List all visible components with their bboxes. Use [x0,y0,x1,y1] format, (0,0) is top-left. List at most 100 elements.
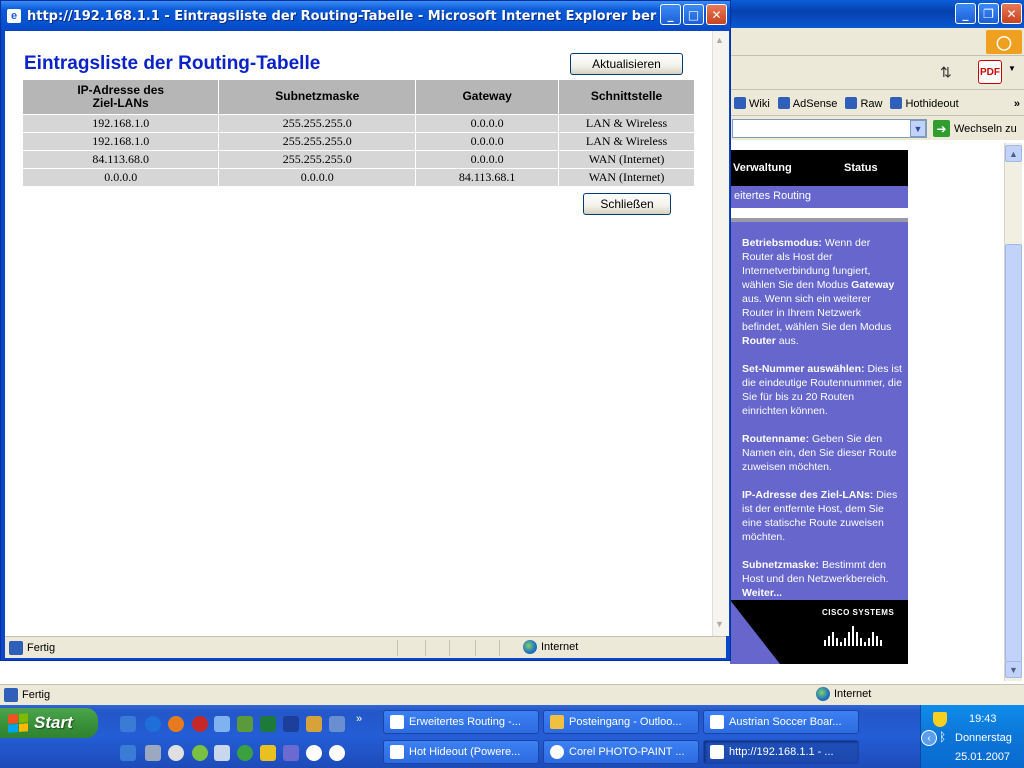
globe-icon [523,640,537,654]
cell-subnet: 255.255.255.0 [218,150,417,169]
background-menubar: ◯ [730,28,1024,56]
task-routing-popup[interactable]: http://192.168.1.1 - ... [703,740,859,764]
chevron-down-icon[interactable]: ▼ [1008,64,1016,73]
app-icon[interactable] [120,745,136,761]
app-icon[interactable] [260,745,276,761]
table-row: 192.168.1.0 255.255.255.0 0.0.0.0 LAN & … [23,132,695,151]
help-subnetzmaske: Subnetzmaske: Bestimmt den Host und den … [742,559,889,599]
shield-icon[interactable] [933,712,947,727]
routing-table-popup-window: e http://192.168.1.1 - Eintragsliste der… [0,0,731,661]
links-item-adsense[interactable]: AdSense [777,97,837,110]
routing-table: IP-Adresse des Ziel-LANs Subnetzmaske Ga… [23,80,695,187]
router-help-panel: Betriebsmodus: Wenn der Router als Host … [730,222,908,600]
popup-content: Eintragsliste der Routing-Tabelle Aktual… [5,31,729,636]
soccer-ball-icon[interactable] [329,745,345,761]
page-icon [734,97,746,109]
help-betriebsmodus: Betriebsmodus: Wenn der Router als Host … [742,237,895,347]
pdf-icon[interactable]: PDF [978,60,1002,84]
windows-logo-icon: ◯ [986,30,1022,54]
maximize-icon[interactable]: □ [683,4,704,25]
scroll-up-icon[interactable]: ▲ [1005,145,1022,162]
word-icon[interactable] [283,716,299,732]
go-button[interactable]: ➔ Wechseln zu [933,120,1017,137]
app-icon[interactable] [283,745,299,761]
soccer-ball-icon[interactable] [306,745,322,761]
divider [499,640,500,656]
app-icon[interactable] [192,745,208,761]
page-icon [4,687,18,702]
cell-gateway: 0.0.0.0 [415,150,560,169]
minimize-icon[interactable]: _ [955,3,976,24]
task-posteingang[interactable]: Posteingang - Outloo... [543,710,699,734]
quicklaunch-overflow-icon[interactable]: » [356,713,362,725]
app-icon[interactable] [145,745,161,761]
ie-icon [710,745,724,759]
app-icon[interactable] [168,745,184,761]
table-header-row: IP-Adresse des Ziel-LANs Subnetzmaske Ga… [23,80,695,115]
windows-flag-icon [8,713,28,733]
cisco-logo-text: Cisco Systems [822,608,895,617]
app-icon[interactable] [214,745,230,761]
task-erweitertes-routing[interactable]: Erweitertes Routing -... [383,710,539,734]
more-link[interactable]: Weiter... [742,587,782,599]
close-button[interactable]: Schließen [583,193,671,215]
router-subnav[interactable]: eitertes Routing [730,186,908,208]
restore-icon[interactable]: ❐ [978,3,999,24]
divider [730,208,908,222]
clock-day: Donnerstag [955,732,1012,744]
cisco-bridge-icon [824,624,888,646]
start-button[interactable]: Start [0,708,98,738]
media-icon[interactable] [214,716,230,732]
cell-ip: 192.168.1.0 [23,114,220,133]
firefox-icon[interactable] [168,716,184,732]
chevron-left-icon[interactable]: ‹ [921,730,937,746]
links-overflow-icon[interactable]: » [1014,98,1020,110]
links-item-hothideout[interactable]: Hothideout [890,97,959,110]
scroll-down-icon[interactable]: ▼ [715,619,724,629]
tool-icon[interactable] [237,716,253,732]
links-item-wiki[interactable]: Wiki [734,97,770,110]
links-item-raw[interactable]: Raw [845,97,882,110]
app-icon[interactable] [237,745,253,761]
cell-gateway: 0.0.0.0 [415,132,560,151]
excel-icon[interactable] [260,716,276,732]
close-icon[interactable]: ✕ [1001,3,1022,24]
popup-title: http://192.168.1.1 - Eintragsliste der R… [27,9,657,24]
cell-subnet: 255.255.255.0 [218,132,417,151]
clock-time[interactable]: 19:43 [969,713,997,725]
nav-verwaltung[interactable]: Verwaltung [733,162,792,174]
page-icon [845,97,858,109]
task-hot-hideout[interactable]: Hot Hideout (Powere... [383,740,539,764]
popup-statusbar: Fertig Internet [5,636,726,658]
address-input[interactable] [732,119,927,138]
divider [425,640,426,656]
page-icon [777,97,790,109]
scroll-up-icon[interactable]: ▲ [715,35,724,45]
app-icon[interactable] [329,716,345,732]
close-icon[interactable]: ✕ [706,4,727,25]
background-vertical-scrollbar[interactable]: ▲ ▼ [1004,143,1022,681]
column-header-subnet: Subnetzmaske [218,80,417,115]
system-tray: ‹ ᛒ 19:43 Donnerstag 25.01.2007 [920,705,1024,768]
links-bar: Wiki AdSense Raw Hothideout » [730,92,1024,116]
scroll-down-icon[interactable]: ▼ [1005,661,1022,678]
address-dropdown-icon[interactable]: ▼ [910,120,926,137]
divider [475,640,476,656]
opera-icon[interactable] [192,716,208,732]
desktop-icon[interactable] [120,716,136,732]
app-icon[interactable] [306,716,322,732]
nav-status[interactable]: Status [844,162,878,174]
sync-icon[interactable]: ⇅ [940,64,952,81]
minimize-icon[interactable]: _ [660,4,681,25]
cell-gateway: 0.0.0.0 [415,114,560,133]
router-nav: Verwaltung Status [730,150,908,186]
task-austrian-soccer[interactable]: Austrian Soccer Boar... [703,710,859,734]
popup-vertical-scrollbar[interactable]: ▲ ▼ [712,31,729,636]
refresh-button[interactable]: Aktualisieren [570,53,683,75]
cell-subnet: 0.0.0.0 [218,168,417,187]
task-corel-photo-paint[interactable]: Corel PHOTO-PAINT ... [543,740,699,764]
bluetooth-icon[interactable]: ᛒ [939,730,946,744]
scroll-thumb[interactable] [1005,244,1022,662]
cell-interface: LAN & Wireless [558,132,695,151]
ie-icon[interactable] [145,716,161,732]
